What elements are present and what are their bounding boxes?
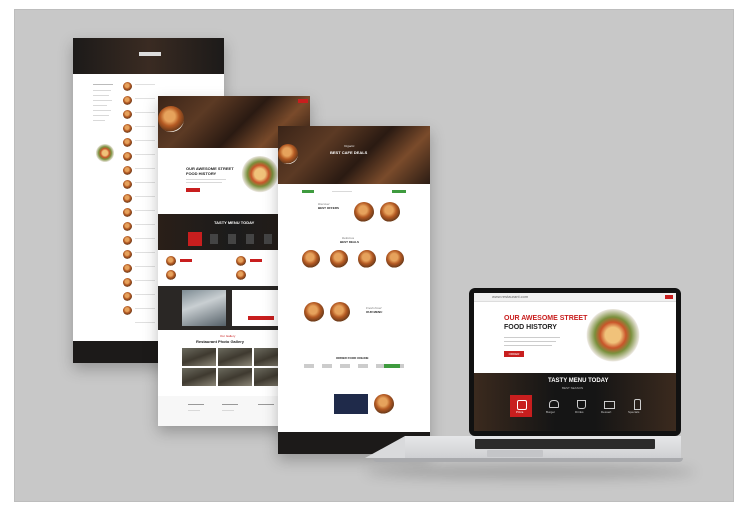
- page3-hero: Organic BEST CAFE DEALS: [278, 126, 430, 184]
- laptop-menu-band: TASTY MENU TODAY BEST SEASON Pizza Burge…: [474, 373, 676, 431]
- page3-section2-title: BEST DEALS: [340, 240, 360, 244]
- page2-book-button[interactable]: [248, 316, 274, 320]
- laptop: www.restaurant.com OUR AWESOME STREET FO…: [365, 288, 701, 468]
- page2-nav-red: [298, 99, 308, 103]
- page3-section1-dish-1: [354, 202, 374, 222]
- laptop-tab-burger[interactable]: Burger: [542, 395, 564, 417]
- page3-tab-strip: [302, 190, 406, 194]
- mockup-frame: OUR AWESOME STREET FOOD HISTORY TASTY ME…: [14, 9, 734, 502]
- laptop-tab-label-4: Specials: [628, 410, 640, 414]
- laptop-tab-label-1: Burger: [546, 410, 556, 414]
- cake-icon: [604, 401, 615, 409]
- page2-gallery: [182, 348, 288, 388]
- laptop-address[interactable]: www.restaurant.com: [492, 294, 528, 299]
- page2-hero-plate: [158, 106, 184, 132]
- laptop-tab-label-2: Drinks: [575, 410, 584, 414]
- laptop-order-button[interactable]: ORDER: [504, 351, 524, 357]
- laptop-trackpad[interactable]: [487, 450, 543, 457]
- page2-feature-plate: [240, 156, 280, 196]
- page3-hero-title: BEST CAFE DEALS: [330, 150, 368, 155]
- laptop-hero-plate: [584, 309, 642, 367]
- page2-order-button[interactable]: [186, 188, 200, 192]
- page3-hero-plate: [278, 144, 298, 164]
- page2-gallery-kicker: Our Gallery: [220, 334, 236, 338]
- page1-nav-logo: [139, 52, 161, 56]
- laptop-display: www.restaurant.com OUR AWESOME STREET FO…: [474, 293, 676, 431]
- laptop-tab-specials[interactable]: Specials: [626, 395, 648, 417]
- page3-section2-dishes: [302, 250, 406, 270]
- laptop-tab-label-3: Dessert: [601, 410, 612, 414]
- page2-menu-title: TASTY MENU TODAY: [214, 220, 255, 225]
- laptop-hero-line1: OUR AWESOME STREET: [504, 315, 588, 322]
- laptop-keyboard: [475, 439, 655, 449]
- page3-section4-title: ORDER FOOD ONLINE: [336, 356, 369, 360]
- laptop-tab-drinks[interactable]: Drinks: [570, 395, 592, 417]
- burger-icon: [549, 400, 559, 408]
- laptop-tab-label-0: Pizza: [516, 410, 524, 414]
- page3-section1-dish-2: [380, 202, 400, 222]
- page3-section3-title: OUR MENU: [366, 310, 383, 314]
- bottle-icon: [634, 399, 641, 410]
- pizza-icon: [517, 400, 527, 410]
- laptop-tab-dessert[interactable]: Dessert: [598, 395, 620, 417]
- page2-menu-tab-active[interactable]: [188, 232, 202, 246]
- page3-section1-title: BEST OFFERS: [318, 206, 340, 210]
- page1-sidebar: [93, 84, 115, 144]
- page3-promo-row: [304, 394, 404, 416]
- laptop-hero-line2: FOOD HISTORY: [504, 324, 557, 331]
- page-mockup-3: Organic BEST CAFE DEALS Discover BEST OF…: [278, 126, 430, 454]
- laptop-menu-title: TASTY MENU TODAY: [548, 378, 609, 384]
- laptop-menu-subtitle: BEST SEASON: [562, 386, 584, 390]
- page3-order-button[interactable]: [384, 364, 400, 368]
- page2-hero-heading-2: FOOD HISTORY: [186, 171, 217, 176]
- page3-hero-kicker: Organic: [344, 144, 355, 148]
- cup-icon: [577, 400, 586, 409]
- laptop-front-edge: [373, 458, 683, 462]
- page1-featured-plate: [95, 144, 115, 164]
- page2-gallery-title: Restaurant Photo Gallery: [196, 339, 245, 344]
- page3-section3-dish-1: [304, 302, 324, 322]
- laptop-browser-bar: www.restaurant.com: [474, 293, 676, 302]
- laptop-base: [365, 436, 701, 462]
- page3-section3-dish-2: [330, 302, 350, 322]
- laptop-order-label: ORDER: [508, 352, 520, 356]
- page1-price-column: [135, 84, 155, 324]
- laptop-screen-bezel: www.restaurant.com OUR AWESOME STREET FO…: [469, 288, 681, 436]
- page1-header: [73, 38, 224, 74]
- laptop-tab-pizza[interactable]: Pizza: [510, 395, 532, 417]
